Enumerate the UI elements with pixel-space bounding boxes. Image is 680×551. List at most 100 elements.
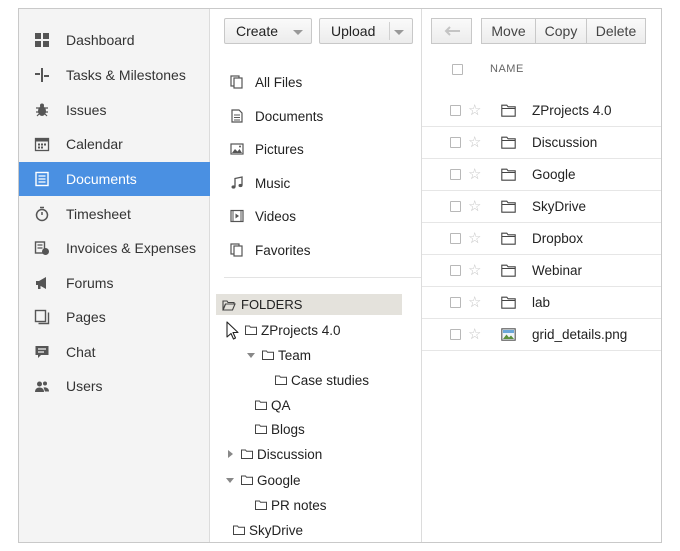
file-name[interactable]: grid_details.png: [532, 327, 627, 342]
tree-item-label: Case studies: [291, 372, 370, 388]
library-item-label: Pictures: [255, 141, 304, 157]
tree-item-label: SkyDrive: [249, 522, 304, 538]
folders-header[interactable]: FOLDERS: [216, 294, 402, 315]
file-name[interactable]: Dropbox: [532, 231, 583, 246]
calendar-icon: [34, 136, 50, 152]
folder-icon: [255, 424, 267, 434]
row-checkbox[interactable]: [450, 265, 461, 276]
sidebar-item-timesheet[interactable]: Timesheet: [19, 197, 210, 231]
tree-item-case-studies[interactable]: Case studies: [275, 370, 369, 390]
star-icon[interactable]: ☆: [468, 199, 483, 214]
move-button[interactable]: Move: [481, 18, 536, 44]
list-item[interactable]: ☆ Discussion: [422, 127, 661, 159]
star-icon[interactable]: ☆: [468, 263, 483, 278]
folder-icon: [262, 350, 274, 360]
row-checkbox[interactable]: [450, 105, 461, 116]
document-icon: [34, 171, 50, 187]
create-button[interactable]: Create: [224, 18, 312, 44]
library-item-favorites[interactable]: Favorites: [230, 238, 410, 262]
upload-button[interactable]: Upload: [319, 18, 413, 44]
delete-button[interactable]: Delete: [586, 18, 646, 44]
folder-icon: [501, 168, 516, 181]
row-checkbox[interactable]: [450, 233, 461, 244]
tree-item-google[interactable]: Google: [225, 470, 301, 490]
sidebar: Dashboard Tasks & Milestones Issues Cale…: [19, 9, 210, 542]
star-icon[interactable]: ☆: [468, 327, 483, 342]
library-item-videos[interactable]: Videos: [230, 204, 410, 228]
document-file-icon: [231, 109, 243, 123]
star-icon[interactable]: ☆: [468, 167, 483, 182]
star-icon[interactable]: ☆: [468, 231, 483, 246]
list-item[interactable]: ☆ grid_details.png: [422, 319, 661, 351]
sidebar-item-calendar[interactable]: Calendar: [19, 127, 210, 161]
file-name[interactable]: ZProjects 4.0: [532, 103, 612, 118]
sidebar-item-forums[interactable]: Forums: [19, 266, 210, 300]
folder-icon: [255, 400, 267, 410]
tree-item-discussion[interactable]: Discussion: [225, 444, 322, 464]
expand-toggle[interactable]: [246, 350, 256, 360]
folder-icon: [233, 525, 245, 535]
chevron-right-icon: [227, 450, 233, 458]
row-checkbox[interactable]: [450, 137, 461, 148]
tree-item-blogs[interactable]: Blogs: [255, 419, 305, 439]
tree-item-label: ZProjects 4.0: [261, 322, 341, 338]
row-checkbox[interactable]: [450, 297, 461, 308]
sidebar-item-label: Calendar: [66, 136, 123, 152]
sidebar-item-dashboard[interactable]: Dashboard: [19, 23, 210, 57]
expand-toggle[interactable]: [225, 449, 235, 459]
chevron-down-icon: [226, 477, 234, 483]
image-file-icon: [501, 328, 516, 341]
star-icon[interactable]: ☆: [468, 135, 483, 150]
sidebar-item-users[interactable]: Users: [19, 369, 210, 403]
tree-item-team[interactable]: Team: [246, 345, 311, 365]
list-item[interactable]: ☆ Dropbox: [422, 223, 661, 255]
sidebar-item-label: Invoices & Expenses: [66, 240, 196, 256]
sidebar-item-documents[interactable]: Documents: [19, 162, 210, 196]
folder-icon: [501, 136, 516, 149]
sidebar-item-issues[interactable]: Issues: [19, 93, 210, 127]
list-item[interactable]: ☆ Google: [422, 159, 661, 191]
file-name[interactable]: Google: [532, 167, 576, 182]
library-item-label: All Files: [255, 74, 303, 90]
select-all-checkbox[interactable]: [452, 63, 463, 75]
sidebar-item-pages[interactable]: Pages: [19, 300, 210, 334]
sidebar-item-invoices[interactable]: Invoices & Expenses: [19, 231, 210, 265]
file-name[interactable]: SkyDrive: [532, 199, 586, 214]
list-item[interactable]: ☆ ZProjects 4.0: [422, 95, 661, 127]
list-item[interactable]: ☆ lab: [422, 287, 661, 319]
file-name[interactable]: Webinar: [532, 263, 582, 278]
copy-button[interactable]: Copy: [535, 18, 587, 44]
file-name[interactable]: Discussion: [532, 135, 597, 150]
video-icon: [230, 209, 244, 223]
list-header: NAME: [446, 57, 661, 81]
tree-item-pr-notes[interactable]: PR notes: [255, 495, 327, 515]
library-item-all-files[interactable]: All Files: [230, 70, 410, 94]
folder-icon: [241, 449, 253, 459]
sidebar-item-chat[interactable]: Chat: [19, 335, 210, 369]
tree-item-qa[interactable]: QA: [255, 395, 291, 415]
tree-item-skydrive[interactable]: SkyDrive: [233, 520, 303, 540]
file-name[interactable]: lab: [532, 295, 550, 310]
row-checkbox[interactable]: [450, 169, 461, 180]
row-checkbox[interactable]: [450, 201, 461, 212]
divider: [389, 22, 390, 40]
star-icon[interactable]: ☆: [468, 103, 483, 118]
sidebar-item-label: Chat: [66, 344, 96, 360]
library-item-music[interactable]: Music: [230, 171, 410, 195]
list-item[interactable]: ☆ Webinar: [422, 255, 661, 287]
upload-dropdown-icon[interactable]: [394, 30, 404, 35]
back-button[interactable]: [431, 18, 472, 44]
list-item[interactable]: ☆ SkyDrive: [422, 191, 661, 223]
library-item-documents[interactable]: Documents: [230, 104, 410, 128]
bug-icon: [34, 102, 50, 118]
library-item-pictures[interactable]: Pictures: [230, 137, 410, 161]
expand-toggle[interactable]: [225, 475, 235, 485]
library-item-label: Videos: [255, 208, 297, 224]
tree-item-zprojects[interactable]: ZProjects 4.0: [245, 320, 341, 340]
mouse-cursor-icon: [226, 321, 239, 340]
column-header-name[interactable]: NAME: [490, 63, 524, 75]
row-checkbox[interactable]: [450, 329, 461, 340]
sidebar-item-tasks[interactable]: Tasks & Milestones: [19, 58, 210, 92]
sidebar-item-label: Issues: [66, 102, 107, 118]
star-icon[interactable]: ☆: [468, 295, 483, 310]
